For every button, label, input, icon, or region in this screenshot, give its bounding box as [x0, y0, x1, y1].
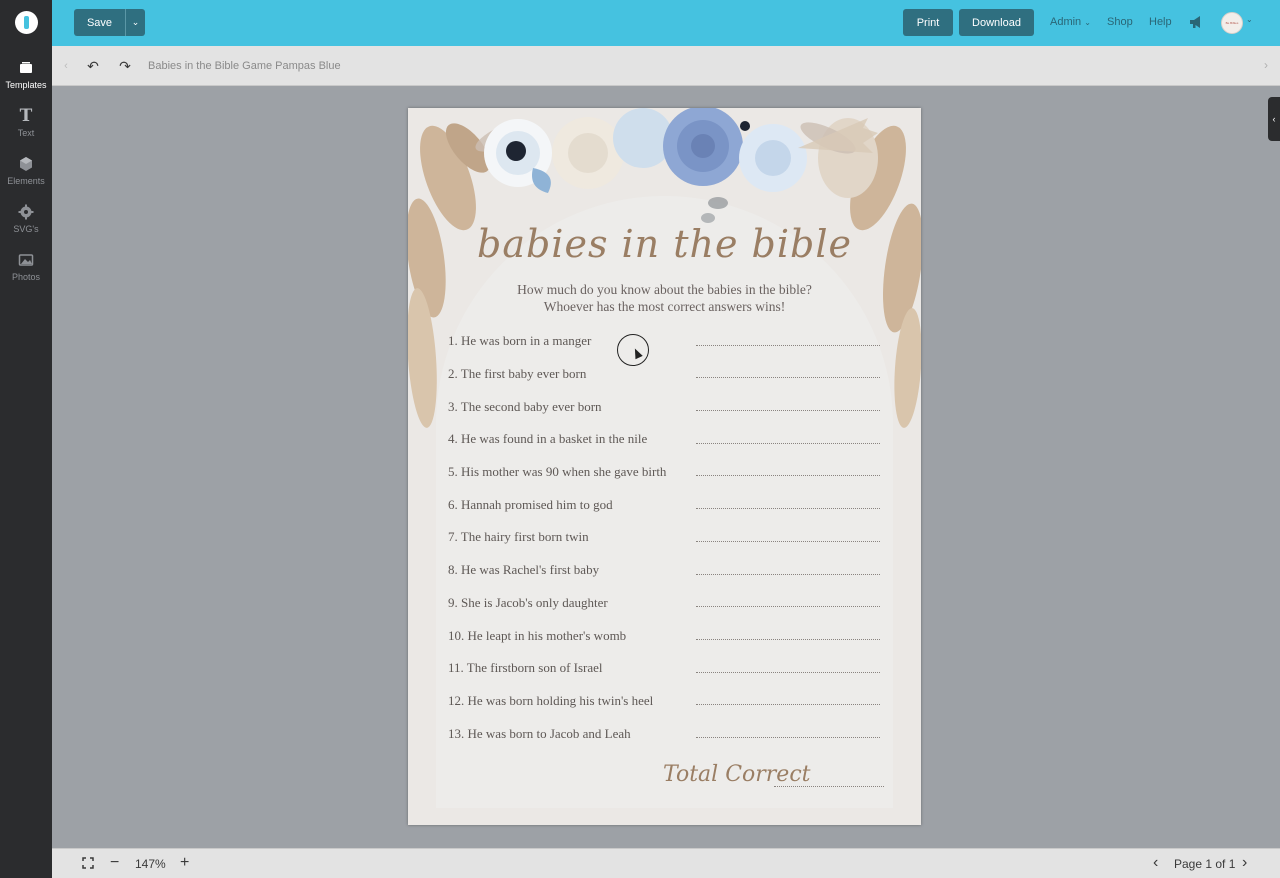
next-page-button[interactable]: ›: [1242, 854, 1247, 872]
question-1[interactable]: 1. He was born in a manger: [448, 333, 591, 349]
app-logo[interactable]: [15, 11, 38, 34]
total-correct-label[interactable]: Total Correct: [663, 762, 811, 787]
answer-line-13: [696, 736, 880, 738]
floral-decoration: [408, 108, 921, 428]
question-13[interactable]: 13. He was born to Jacob and Leah: [448, 726, 631, 742]
question-9[interactable]: 9. She is Jacob's only daughter: [448, 595, 608, 611]
sidebar-item-label: Templates: [5, 80, 47, 90]
question-11[interactable]: 11. The firstborn son of Israel: [448, 660, 603, 676]
chevron-right-icon[interactable]: ›: [1264, 58, 1268, 72]
help-link[interactable]: Help: [1149, 16, 1172, 28]
answer-line-8: [696, 573, 880, 575]
answer-line-6: [696, 507, 880, 509]
undo-icon[interactable]: ↶: [85, 58, 101, 74]
prev-page-button[interactable]: ‹: [1153, 854, 1158, 872]
question-2[interactable]: 2. The first baby ever born: [448, 366, 586, 382]
chevron-down-icon[interactable]: ⌄: [1246, 15, 1253, 24]
question-7[interactable]: 7. The hairy first born twin: [448, 529, 589, 545]
admin-label: Admin: [1050, 16, 1082, 28]
templates-icon: [18, 60, 34, 76]
zoom-out-button[interactable]: −: [110, 854, 119, 872]
sidebar-item-svgs[interactable]: SVG's: [0, 204, 52, 248]
document-page[interactable]: babies in the bible How much do you know…: [408, 108, 921, 825]
zoom-level[interactable]: 147%: [135, 857, 166, 871]
print-button[interactable]: Print: [903, 9, 953, 36]
chevron-down-icon: ⌄: [131, 17, 140, 27]
left-sidebar: Templates T Text Elements SVG's Photos: [0, 0, 52, 878]
sidebar-item-label: Photos: [11, 272, 41, 282]
sidebar-item-text[interactable]: T Text: [0, 108, 52, 152]
question-8[interactable]: 8. He was Rachel's first baby: [448, 562, 599, 578]
save-options-button[interactable]: ⌄: [125, 9, 145, 36]
cube-icon: [18, 156, 34, 172]
answer-line-7: [696, 540, 880, 542]
answer-line-4: [696, 442, 880, 444]
redo-icon[interactable]: ↷: [117, 58, 133, 74]
page-title[interactable]: babies in the bible: [408, 222, 921, 266]
intro-line-1: How much do you know about the babies in…: [517, 282, 812, 297]
question-3[interactable]: 3. The second baby ever born: [448, 399, 602, 415]
page-indicator: Page 1 of 1: [1174, 857, 1236, 871]
question-12[interactable]: 12. He was born holding his twin's heel: [448, 693, 653, 709]
panel-toggle-tab[interactable]: ‹: [1268, 97, 1280, 141]
gear-icon: [18, 204, 34, 220]
answer-line-9: [696, 605, 880, 607]
sidebar-item-photos[interactable]: Photos: [0, 252, 52, 296]
answer-line-10: [696, 638, 880, 640]
sidebar-item-label: Elements: [7, 176, 45, 186]
save-button[interactable]: Save: [74, 9, 125, 36]
total-correct-line: [774, 785, 884, 787]
admin-menu[interactable]: Admin ⌄: [1050, 16, 1091, 28]
megaphone-icon[interactable]: [1188, 14, 1204, 30]
question-5[interactable]: 5. His mother was 90 when she gave birth: [448, 464, 666, 480]
sidebar-item-label: SVG's: [13, 224, 39, 234]
answer-line-5: [696, 474, 880, 476]
question-4[interactable]: 4. He was found in a basket in the nile: [448, 431, 647, 447]
document-title: Babies in the Bible Game Pampas Blue: [148, 60, 341, 72]
answer-line-1: [696, 344, 880, 346]
answer-line-3: [696, 409, 880, 411]
question-6[interactable]: 6. Hannah promised him to god: [448, 497, 613, 513]
intro-text[interactable]: How much do you know about the babies in…: [408, 281, 921, 315]
download-button[interactable]: Download: [959, 9, 1034, 36]
text-icon: T: [19, 106, 33, 126]
avatar[interactable]: Be Bibles: [1221, 12, 1243, 34]
editor-toolbar: ‹ ↶ ↷ Babies in the Bible Game Pampas Bl…: [52, 46, 1280, 86]
bottom-bar: − 147% + ‹ Page 1 of 1 ›: [52, 848, 1280, 878]
chevron-left-icon[interactable]: ‹: [58, 58, 74, 74]
top-bar: Save ⌄ Print Download Admin ⌄ Shop Help …: [52, 0, 1280, 46]
intro-line-2: Whoever has the most correct answers win…: [543, 299, 786, 314]
chevron-down-icon: ⌄: [1084, 18, 1091, 27]
image-icon: [18, 252, 34, 268]
shop-link[interactable]: Shop: [1107, 16, 1133, 28]
sidebar-item-elements[interactable]: Elements: [0, 156, 52, 200]
answer-line-2: [696, 376, 880, 378]
question-10[interactable]: 10. He leapt in his mother's womb: [448, 628, 626, 644]
chevron-left-icon: ‹: [1272, 114, 1276, 124]
fullscreen-icon[interactable]: [82, 857, 94, 872]
avatar-text: Be Bibles: [1225, 21, 1239, 25]
answer-line-11: [696, 671, 880, 673]
sidebar-item-label: Text: [17, 128, 35, 138]
sidebar-item-templates[interactable]: Templates: [0, 60, 52, 104]
answer-line-12: [696, 703, 880, 705]
zoom-in-button[interactable]: +: [180, 854, 189, 872]
